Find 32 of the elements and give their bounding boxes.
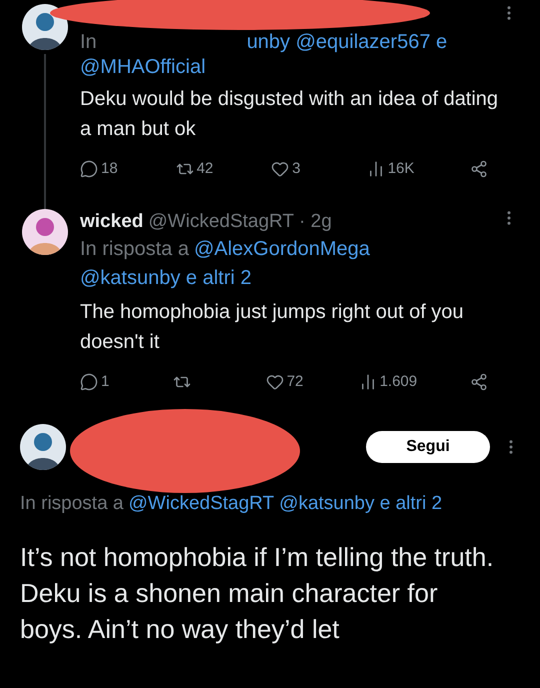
post-text: The homophobia just jumps right out of you doesn't it (80, 300, 465, 354)
reply-context: In (80, 30, 97, 54)
post-text: Deku would be disgusted with an idea of dating a man but ok (80, 87, 500, 142)
share-icon (470, 160, 488, 178)
mention-link[interactable]: @WickedStagRT (128, 491, 274, 517)
mention-link[interactable]: @katsunby e altri 2 (279, 491, 442, 517)
like-button[interactable]: 3 (271, 158, 312, 180)
reply-button[interactable]: 18 (80, 158, 120, 180)
reply-context: In risposta a (80, 236, 189, 262)
avatar[interactable] (22, 208, 68, 254)
mention-link[interactable]: @MHAOfficial (80, 54, 206, 80)
like-button[interactable]: 72 (266, 370, 306, 393)
mention-link[interactable]: unby @equilazer567 e (246, 30, 448, 54)
repost-button[interactable]: 42 (176, 158, 216, 180)
avatar[interactable] (22, 4, 68, 50)
views-button[interactable]: 16K (366, 158, 414, 180)
avatar[interactable] (20, 424, 66, 470)
display-name[interactable]: wicked (80, 208, 144, 234)
post-text: It’s not homophobia if I’m telling the truth. Deku is a shonen main character for boys. Ain’t no way they’d let (20, 541, 495, 646)
follow-button[interactable]: Segui (366, 431, 490, 463)
timestamp: · 2g (299, 210, 332, 234)
reply-button[interactable]: 1 (80, 370, 120, 393)
share-icon (470, 372, 488, 391)
mention-link[interactable]: @katsunby e altri 2 (80, 264, 252, 292)
mention-link[interactable]: @AlexGordonMega (194, 234, 370, 264)
views-button[interactable]: 1.609 (358, 370, 418, 393)
heart-icon (266, 372, 284, 391)
username[interactable]: @WickedStagRT (148, 208, 294, 234)
reply-context: In risposta a (20, 492, 124, 516)
reply-icon (80, 372, 98, 391)
heart-icon (271, 160, 290, 178)
reply-icon (80, 160, 98, 178)
